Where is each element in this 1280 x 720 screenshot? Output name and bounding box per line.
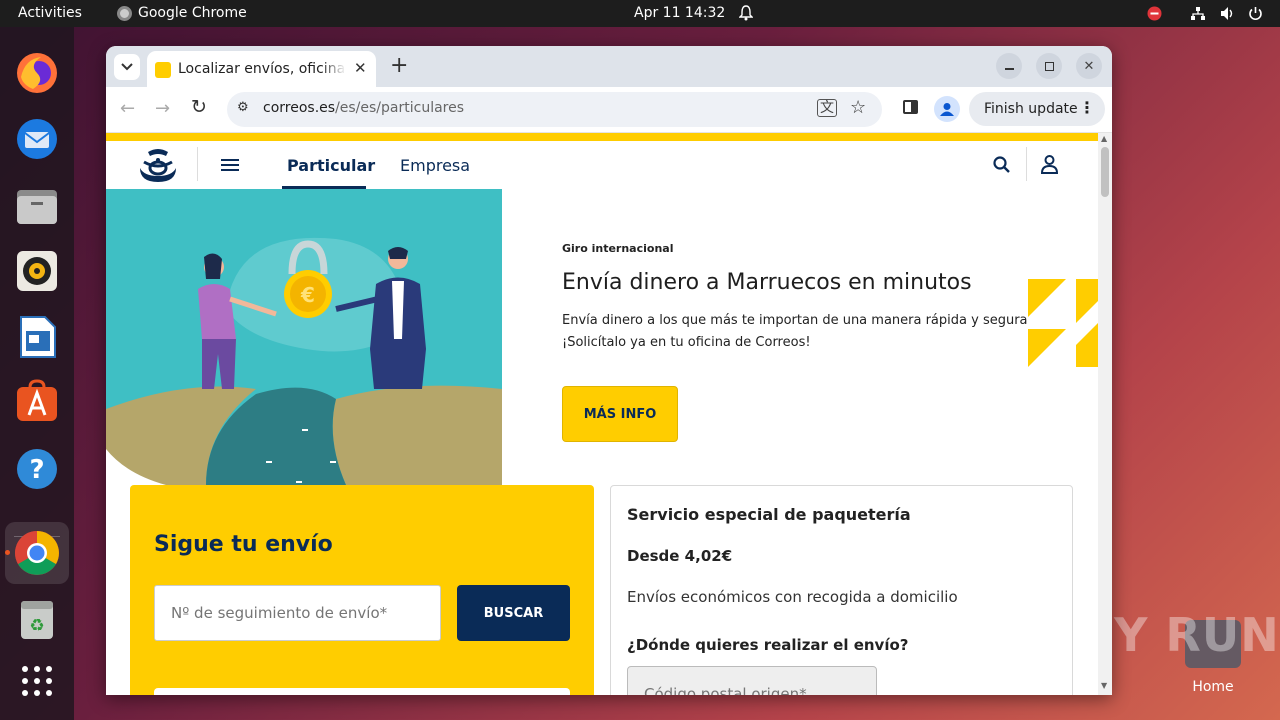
activities-button[interactable]: Activities — [18, 5, 82, 21]
hero-eyebrow: Giro internacional — [562, 242, 674, 255]
mas-info-label: MÁS INFO — [583, 406, 657, 422]
rhythmbox-icon[interactable] — [13, 247, 61, 295]
site-info-icon[interactable]: ⚙ — [237, 100, 249, 115]
hamburger-menu-icon[interactable] — [221, 159, 239, 171]
url-text: correos.es/es/es/particulares — [263, 100, 464, 116]
back-icon[interactable]: ← — [120, 98, 135, 119]
scroll-down-arrow-icon[interactable]: ▼ — [1101, 681, 1107, 690]
tab-title: Localizar envíos, oficinas — [178, 61, 346, 77]
parcel-price: Desde 4,02€ — [627, 547, 733, 565]
tracking-number-input[interactable] — [154, 585, 441, 641]
bookmark-star-icon[interactable]: ☆ — [850, 97, 866, 118]
user-account-icon[interactable] — [1040, 155, 1059, 178]
reload-icon[interactable]: ↻ — [191, 96, 207, 118]
active-tab[interactable]: Localizar envíos, oficinas ✕ — [147, 51, 376, 87]
omnibox[interactable]: ⚙ correos.es/es/es/particulares 文 ☆ — [227, 92, 882, 127]
minimize-button[interactable] — [996, 53, 1022, 79]
network-icon[interactable] — [1190, 6, 1206, 25]
kebab-menu-icon: ⋮ — [1079, 98, 1095, 117]
buscar-button[interactable]: BUSCAR — [457, 585, 570, 641]
system-top-bar: Activities Google Chrome Apr 11 14:32 — [0, 0, 1280, 27]
chrome-icon[interactable] — [5, 522, 69, 584]
hero-body-line2: ¡Solicítalo ya en tu oficina de Correos! — [562, 335, 811, 350]
power-icon[interactable] — [1248, 6, 1263, 25]
new-tab-button[interactable]: + — [390, 53, 408, 78]
toolbar: ← → ↻ ⚙ correos.es/es/es/particulares 文 … — [106, 87, 1112, 133]
profile-avatar-icon[interactable] — [934, 96, 960, 122]
svg-text:♻: ♻ — [29, 616, 44, 636]
parcel-description: Envíos económicos con recogida a domicil… — [627, 588, 958, 606]
correos-favicon — [155, 62, 171, 78]
apps-grid-icon[interactable] — [13, 657, 61, 705]
parcel-service-panel: Servicio especial de paquetería Desde 4,… — [610, 485, 1073, 695]
vertical-scrollbar[interactable]: ▲ ▼ — [1098, 133, 1112, 695]
buscar-label: BUSCAR — [483, 605, 544, 621]
firefox-icon[interactable] — [13, 49, 61, 97]
tab-search-button[interactable] — [114, 54, 140, 80]
hero-content: Giro internacional Envía dinero a Marrue… — [502, 189, 1098, 485]
hero-illustration: € — [106, 189, 502, 485]
tracking-panel: Sigue tu envío BUSCAR — [130, 485, 594, 695]
active-app-menu[interactable]: Google Chrome — [117, 5, 247, 21]
tab-close-icon[interactable]: ✕ — [354, 59, 367, 77]
search-icon[interactable] — [993, 156, 1011, 178]
volume-icon[interactable] — [1220, 6, 1236, 25]
parcel-question: ¿Dónde quieres realizar el envío? — [627, 636, 909, 654]
files-icon[interactable] — [13, 182, 61, 230]
finish-update-label: Finish update — [984, 101, 1078, 117]
finish-update-button[interactable]: Finish update ⋮ — [969, 92, 1105, 126]
tracking-title: Sigue tu envío — [154, 532, 333, 557]
side-panel-icon[interactable] — [903, 100, 918, 114]
origin-postcode-input[interactable] — [627, 666, 877, 695]
running-indicator — [5, 550, 10, 555]
chrome-window: Localizar envíos, oficinas ✕ + ✕ ← → ↻ ⚙… — [106, 46, 1112, 695]
mas-info-button[interactable]: MÁS INFO — [562, 386, 678, 442]
decorative-triangles — [1028, 279, 1098, 367]
tab-strip: Localizar envíos, oficinas ✕ + ✕ — [106, 46, 1112, 87]
maximize-button[interactable] — [1036, 53, 1062, 79]
trash-icon[interactable]: ♻ — [13, 595, 61, 643]
forward-icon[interactable]: → — [155, 98, 170, 119]
parcel-title: Servicio especial de paquetería — [627, 505, 911, 524]
notification-bell-icon[interactable] — [738, 5, 754, 25]
scroll-up-arrow-icon[interactable]: ▲ — [1101, 134, 1107, 143]
chevron-down-icon — [121, 63, 133, 71]
url-host: correos.es — [263, 100, 336, 116]
header-divider — [1026, 147, 1027, 181]
correos-logo[interactable] — [136, 146, 180, 188]
desktop-home-label: Home — [1192, 679, 1234, 695]
secondary-input-card[interactable] — [154, 688, 570, 695]
brand-top-stripe — [106, 133, 1098, 141]
appcenter-icon[interactable] — [13, 377, 61, 425]
scrollbar-thumb[interactable] — [1101, 147, 1109, 197]
nav-particular[interactable]: Particular — [287, 156, 375, 175]
logo-divider — [197, 147, 198, 181]
dock: ? ♻ — [0, 27, 74, 720]
translate-icon[interactable]: 文 — [817, 99, 837, 117]
nav-empresa[interactable]: Empresa — [400, 156, 470, 175]
clock[interactable]: Apr 11 14:32 — [634, 5, 725, 21]
svg-text:€: € — [300, 283, 315, 307]
hero-title: Envía dinero a Marruecos en minutos — [562, 270, 972, 295]
active-app-label: Google Chrome — [138, 5, 247, 21]
svg-text:?: ? — [29, 455, 44, 485]
status-red-icon[interactable] — [1147, 6, 1162, 25]
page-viewport: Particular Empresa € Giro internacional … — [106, 133, 1098, 695]
chrome-small-icon — [117, 5, 132, 21]
thunderbird-icon[interactable] — [13, 115, 61, 163]
hero-body-line1: Envía dinero a los que más te importan d… — [562, 313, 1028, 328]
url-path: /es/es/particulares — [335, 100, 465, 116]
site-header: Particular Empresa — [106, 141, 1098, 189]
help-icon[interactable]: ? — [13, 445, 61, 493]
close-window-button[interactable]: ✕ — [1076, 53, 1102, 79]
writer-icon[interactable] — [13, 313, 61, 361]
